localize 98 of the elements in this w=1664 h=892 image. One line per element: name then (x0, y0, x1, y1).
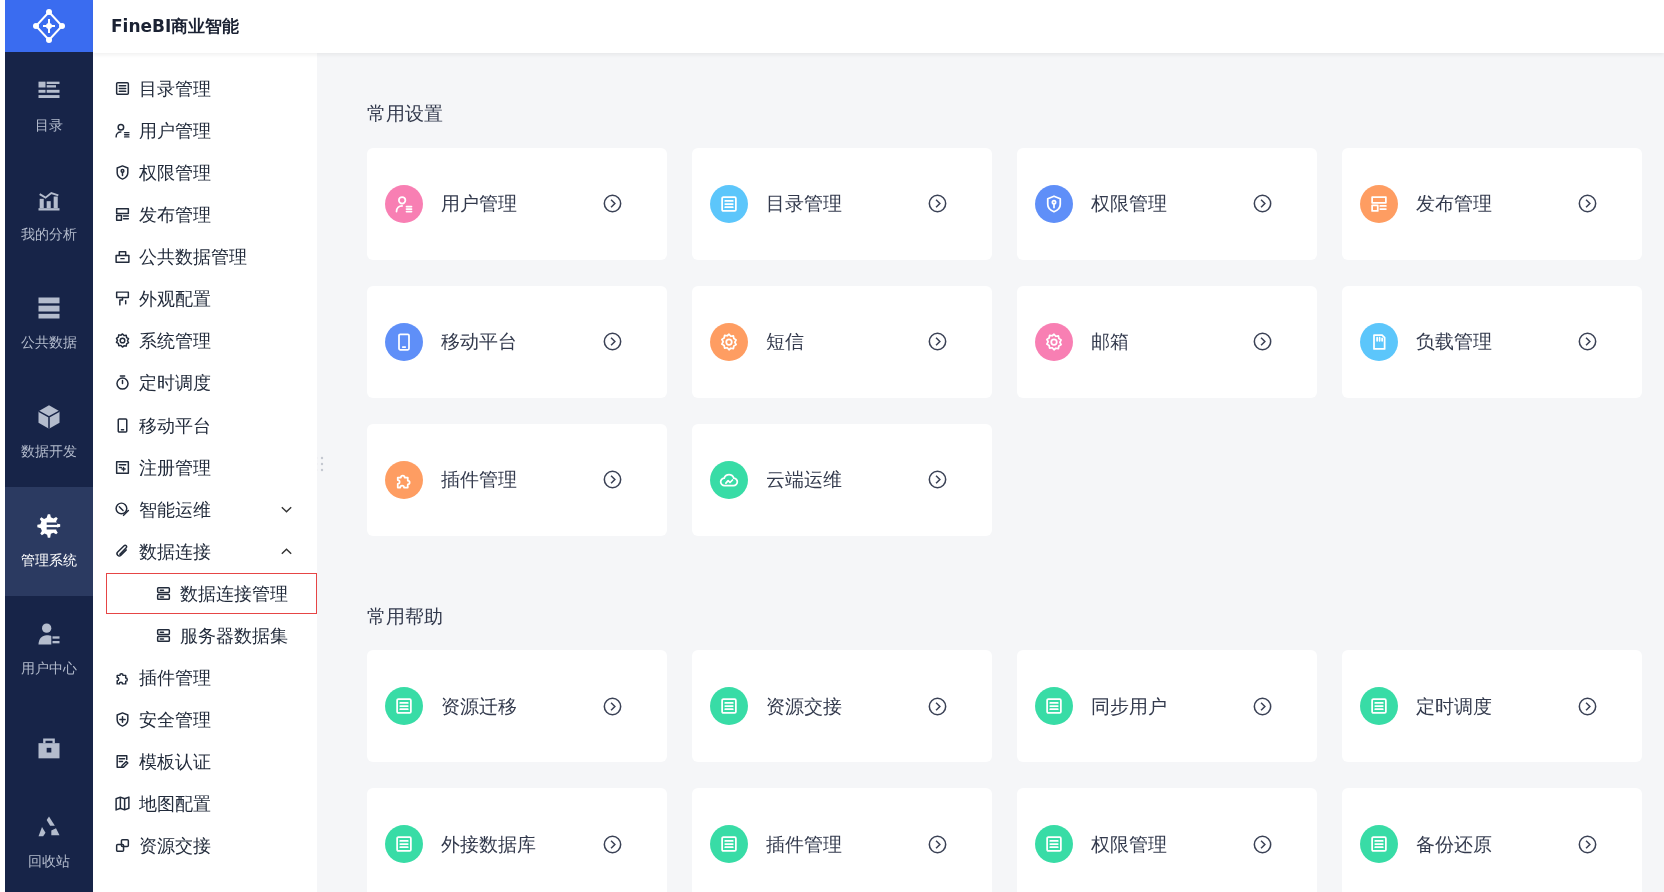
shortcut-card[interactable]: 权限管理 (1017, 147, 1317, 260)
section-title: 常用帮助 (367, 603, 444, 629)
shortcut-card[interactable]: 云端运维 (692, 423, 992, 536)
layout-icon (1369, 193, 1389, 214)
list-icon (1044, 696, 1064, 716)
shield-icon (114, 163, 131, 181)
logo-tile[interactable] (5, 0, 93, 53)
submenu-item[interactable]: 服务器数据集 (106, 615, 317, 656)
menu-item[interactable]: 模板认证 (93, 741, 317, 782)
menu-item[interactable]: 发布管理 (93, 194, 317, 235)
list-icon (1369, 834, 1389, 854)
arrow-circle-icon (928, 834, 947, 854)
arrow-circle-icon (1578, 194, 1597, 213)
menu-item[interactable]: 智能运维 (93, 488, 317, 530)
gear-icon (114, 332, 131, 350)
shortcut-card[interactable]: 目录管理 (692, 147, 992, 260)
arrow-circle-icon (603, 696, 622, 716)
nav-rail-item[interactable]: 回收站 (5, 793, 93, 892)
arrow-circle-icon (928, 194, 947, 213)
list-icon (1369, 696, 1389, 716)
arrow-circle-icon (603, 834, 622, 854)
menu-item[interactable]: 系统管理 (93, 320, 317, 362)
gear-icon (1044, 331, 1064, 352)
brush-icon (114, 290, 131, 308)
nav-rail-item[interactable]: 目录 (5, 52, 93, 161)
arrow-circle-icon (1253, 332, 1272, 351)
shortcut-card[interactable]: 插件管理 (367, 423, 667, 536)
gear-icon (35, 511, 63, 540)
shortcut-card[interactable]: 资源交接 (692, 650, 992, 762)
menu-item[interactable]: 插件管理 (93, 657, 317, 698)
nav-rail-item[interactable]: 我的分析 (5, 161, 93, 270)
user-icon (394, 193, 414, 214)
shortcut-card[interactable]: 发布管理 (1342, 147, 1642, 260)
shield-icon (114, 711, 131, 729)
shortcut-card[interactable]: 短信 (692, 285, 992, 398)
shortcut-card[interactable]: 备份还原 (1342, 788, 1642, 892)
menu-item[interactable]: 地图配置 (93, 783, 317, 825)
arrow-circle-icon (928, 696, 947, 716)
shortcut-card[interactable]: 负载管理 (1342, 285, 1642, 398)
shortcut-card[interactable]: 同步用户 (1017, 650, 1317, 762)
arrow-circle-icon (603, 194, 622, 213)
timer-icon (114, 374, 131, 392)
arrow-circle-icon (1253, 696, 1272, 716)
section-title: 常用设置 (367, 101, 444, 126)
list-icon (394, 834, 414, 854)
arrow-circle-icon (928, 470, 947, 489)
menu-item[interactable]: 注册管理 (93, 446, 317, 488)
menu-item[interactable]: 资源交接 (93, 825, 317, 867)
network-logo-icon (30, 7, 68, 46)
server-icon (155, 626, 172, 644)
map-icon (114, 795, 131, 813)
menu-item[interactable]: 用户管理 (93, 110, 317, 151)
user-icon (114, 121, 131, 139)
arrow-circle-icon (603, 332, 622, 351)
nav-rail-item[interactable]: 公共数据 (5, 269, 93, 379)
submenu-item[interactable]: 数据连接管理 (106, 573, 317, 614)
nav-rail-item[interactable]: 数据开发 (5, 378, 93, 487)
menu-item[interactable]: 公共数据管理 (93, 236, 317, 277)
menu-item[interactable]: 安全管理 (93, 699, 317, 740)
arrow-circle-icon (603, 470, 622, 489)
shortcut-card[interactable]: 插件管理 (692, 788, 992, 892)
edit-icon (114, 753, 131, 771)
list-icon (114, 79, 131, 97)
layout-icon (114, 206, 131, 224)
list-icon (394, 696, 414, 716)
menu-item[interactable]: 目录管理 (93, 68, 317, 109)
menu-item[interactable]: 外观配置 (93, 278, 317, 319)
gear-icon (719, 331, 739, 352)
arrow-circle-icon (1578, 834, 1597, 854)
list-icon (719, 696, 739, 716)
shortcut-card[interactable]: 资源迁移 (367, 650, 667, 762)
shield-icon (1044, 193, 1064, 214)
shortcut-card[interactable]: 外接数据库 (367, 788, 667, 892)
menu-item[interactable]: 数据连接 (93, 531, 317, 572)
arrow-circle-icon (1578, 332, 1597, 351)
app-title: FineBI商业智能 (111, 14, 240, 38)
shortcut-card[interactable]: 邮箱 (1017, 285, 1317, 398)
swap-icon (114, 837, 131, 855)
shortcut-card[interactable]: 用户管理 (367, 147, 667, 260)
list-icon (1044, 834, 1064, 854)
menu-item[interactable]: 定时调度 (93, 362, 317, 404)
shortcut-card[interactable]: 移动平台 (367, 285, 667, 398)
list-icon (719, 834, 739, 854)
nav-rail-item[interactable]: 用户中心 (5, 595, 93, 705)
arrow-circle-icon (1253, 194, 1272, 213)
nav-rail-item[interactable]: 管理系统 (5, 486, 93, 596)
box-icon (114, 248, 131, 266)
cube-icon (35, 403, 63, 432)
arrow-circle-icon (928, 332, 947, 351)
server-icon (155, 584, 172, 602)
shortcut-card[interactable]: 权限管理 (1017, 788, 1317, 892)
menu-item[interactable]: 权限管理 (93, 152, 317, 193)
arrow-circle-icon (1253, 834, 1272, 854)
shortcut-card[interactable]: 定时调度 (1342, 650, 1642, 762)
arrow-circle-icon (1578, 696, 1597, 716)
form-icon (114, 458, 131, 476)
menu-item[interactable]: 移动平台 (93, 404, 317, 446)
list-icon (719, 193, 739, 214)
